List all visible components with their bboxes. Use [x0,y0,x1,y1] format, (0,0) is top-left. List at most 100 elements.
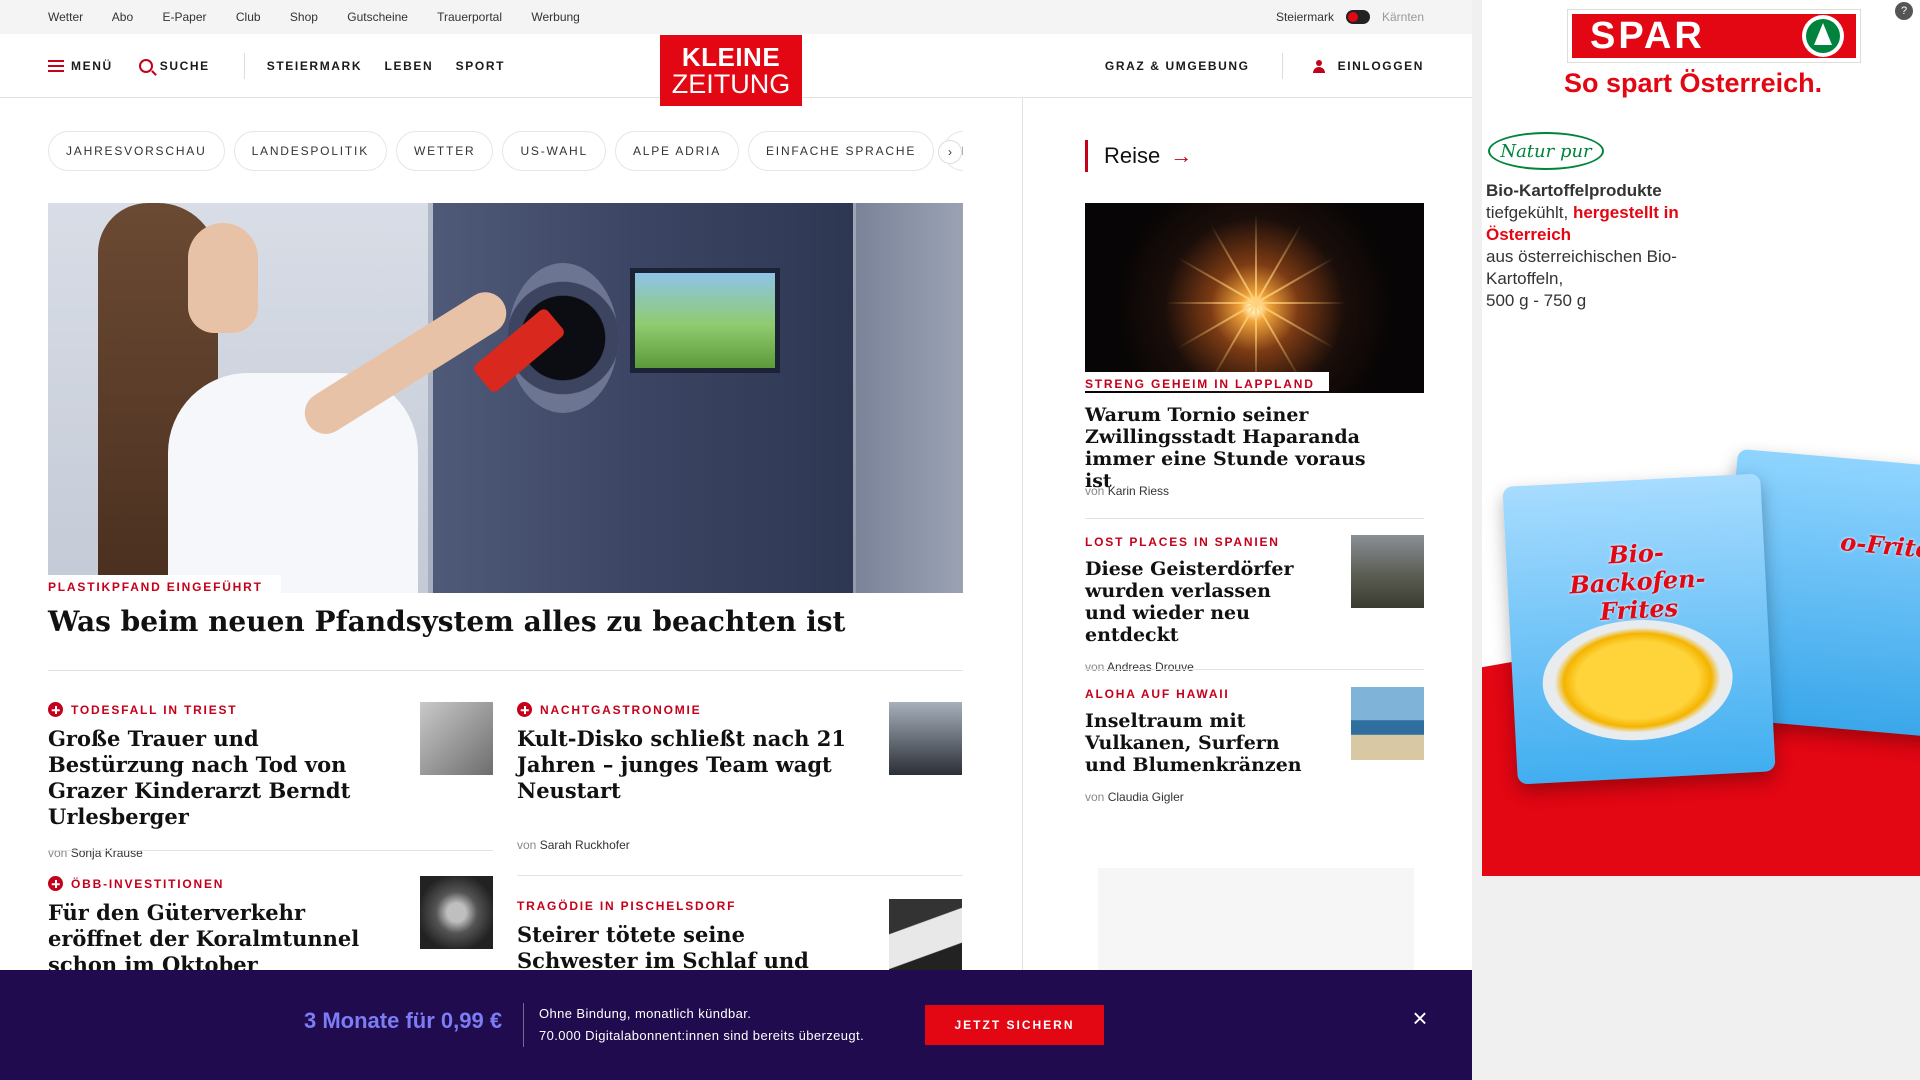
subscription-line-1: Ohne Bindung, monatlich kündbar. [539,1006,752,1021]
login-button[interactable]: EINLOGGEN [1312,58,1424,73]
tags-next-button[interactable]: › [938,140,962,164]
header-right: GRAZ & UMGEBUNG EINLOGGEN [1105,52,1424,79]
region-kaernten[interactable]: Kärnten [1382,10,1424,24]
search-icon [138,58,153,73]
close-icon[interactable]: × [1410,1005,1430,1031]
article-title[interactable]: Kult-Disko schließt nach 21 Jahren – jun… [517,726,857,804]
divider [48,850,493,851]
plus-premium-icon [48,702,63,717]
subscribe-button[interactable]: JETZT SICHERN [925,1005,1104,1045]
sidebar-article-byline: von Claudia Gigler [1085,790,1184,804]
ad-product-heading: Bio-Kartoffelprodukte [1486,181,1662,200]
subscription-banner: 3 Monate für 0,99 € Ohne Bindung, monatl… [0,970,1472,1080]
spar-tree-icon [1802,15,1844,57]
utility-link-trauerportal[interactable]: Trauerportal [437,10,502,24]
hero-kicker: PLASTIKPFAND EINGEFÜHRT [48,575,281,594]
spar-ad[interactable]: SPAR So spart Österreich. Natur pur Bio-… [1482,0,1920,876]
nav-sport[interactable]: SPORT [456,59,505,73]
feature-kicker: STRENG GEHEIM IN LAPPLAND [1085,372,1329,391]
section-title-reise[interactable]: Reise → [1085,140,1192,172]
spar-brand: SPAR [1590,14,1705,57]
ad-column: SPAR So spart Österreich. Natur pur Bio-… [1472,0,1920,1080]
divider [1085,518,1424,519]
article-thumbnail[interactable] [889,702,962,775]
region-steiermark[interactable]: Steiermark [1276,10,1334,24]
article-title[interactable]: Große Trauer und Bestürzung nach Tod von… [48,726,388,830]
ad-info-icon[interactable]: ? [1895,2,1913,20]
sidebar-article-thumbnail[interactable] [1351,535,1424,608]
user-icon [1312,59,1325,73]
menu-label: MENÜ [71,58,113,73]
utility-link-shop[interactable]: Shop [290,10,318,24]
hero-image[interactable] [48,203,963,593]
tag-wetter[interactable]: WETTER [396,131,494,171]
sidebar-article-thumbnail[interactable] [1351,687,1424,760]
sidebar-article-title[interactable]: Diese Geisterdörfer wurden verlassen und… [1085,558,1315,646]
topic-tags: JAHRESVORSCHAU LANDESPOLITIK WETTER US-W… [48,131,963,171]
natur-pur-logo: Natur pur [1488,132,1604,170]
plus-premium-icon [517,702,532,717]
header-divider-right [1281,52,1283,79]
utility-link-epaper[interactable]: E-Paper [163,10,207,24]
arrow-right-icon: → [1170,143,1193,168]
article-thumbnail[interactable] [889,899,962,972]
article-card[interactable]: NACHTGASTRONOMIE Kult-Disko schließt nac… [517,702,962,852]
news-page: Wetter Abo E-Paper Club Shop Gutscheine … [0,0,1472,1080]
menu-button[interactable]: MENÜ [48,59,113,73]
region-toggle[interactable] [1345,10,1370,24]
divider [517,875,963,876]
feature-title[interactable]: Warum Tornio seiner Zwillingsstadt Hapar… [1085,404,1385,492]
article-card[interactable]: ÖBB-INVESTITIONEN Für den Güterverkehr e… [48,876,493,978]
article-card[interactable]: TODESFALL IN TRIEST Große Trauer und Bes… [48,702,493,860]
logo-line-2: ZEITUNG [671,68,791,99]
sidebar-article[interactable]: ALOHA AUF HAWAII Inseltraum mit Vulkanen… [1085,687,1424,804]
region-link[interactable]: GRAZ & UMGEBUNG [1105,59,1250,73]
utility-link-wetter[interactable]: Wetter [48,10,83,24]
sidebar-article-title[interactable]: Inseltraum mit Vulkanen, Surfern und Blu… [1085,710,1315,776]
ad-slogan: So spart Österreich. [1564,68,1823,98]
tag-alpe-adria[interactable]: ALPE ADRIA [614,131,739,171]
nav-leben[interactable]: LEBEN [385,59,434,73]
article-kicker: NACHTGASTRONOMIE [540,702,702,717]
site-logo[interactable]: KLEINE ZEITUNG [660,35,802,106]
banner-divider [523,1003,524,1047]
article-author[interactable]: Sonja Krause [71,846,143,860]
logo-line-1: KLEINE [681,41,781,72]
article-byline: von Sonja Krause [48,846,143,860]
sidebar-article-author[interactable]: Andreas Drouve [1107,660,1194,674]
sidebar-article[interactable]: LOST PLACES IN SPANIEN Diese Geisterdörf… [1085,535,1424,674]
utility-bar: Wetter Abo E-Paper Club Shop Gutscheine … [0,0,1472,34]
article-byline: von Sarah Ruckhofer [517,838,630,852]
login-label: EINLOGGEN [1337,58,1424,73]
natur-pur-label: Natur pur [1500,140,1592,162]
nav-steiermark[interactable]: STEIERMARK [267,59,362,73]
feature-byline: von Karin Riess [1085,484,1170,498]
feature-author[interactable]: Karin Riess [1108,484,1169,498]
subscription-text: Ohne Bindung, monatlich kündbar. 70.000 … [539,1003,864,1047]
tag-jahresvorschau[interactable]: JAHRESVORSCHAU [48,131,225,171]
hamburger-icon [48,59,64,72]
tag-einfache-sprache[interactable]: EINFACHE SPRACHE [748,131,935,171]
tag-landespolitik[interactable]: LANDESPOLITIK [233,131,387,171]
column-divider [1022,98,1023,1080]
subscription-line-2: 70.000 Digitalabonnent:innen sind bereit… [539,1028,865,1043]
article-kicker: TODESFALL IN TRIEST [71,702,238,717]
article-thumbnail[interactable] [420,702,493,775]
chevron-right-icon: › [948,145,952,159]
hero-title[interactable]: Was beim neuen Pfandsystem alles zu beac… [48,604,963,640]
tag-us-wahl[interactable]: US-WAHL [502,131,606,171]
article-thumbnail[interactable] [420,876,493,949]
utility-link-gutscheine[interactable]: Gutscheine [347,10,408,24]
feature-image[interactable] [1085,203,1424,393]
search-button[interactable]: SUCHE [138,58,210,73]
article-title[interactable]: Für den Güterverkehr eröffnet der Koralm… [48,900,388,978]
utility-link-werbung[interactable]: Werbung [531,10,579,24]
utility-link-club[interactable]: Club [236,10,261,24]
utility-link-abo[interactable]: Abo [112,10,133,24]
site-header: MENÜ SUCHE STEIERMARK LEBEN SPORT KLEINE… [0,34,1472,106]
article-author[interactable]: Sarah Ruckhofer [540,838,630,852]
article-kicker: ÖBB-INVESTITIONEN [71,876,225,891]
sidebar-article-author[interactable]: Claudia Gigler [1108,790,1184,804]
divider [1085,669,1424,670]
main-nav: STEIERMARK LEBEN SPORT [267,57,523,75]
